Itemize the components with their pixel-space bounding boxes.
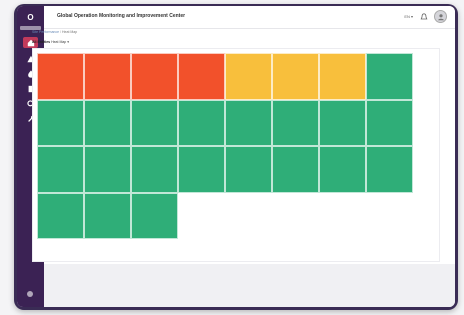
heatmap-cell[interactable] <box>131 146 178 193</box>
heatmap-cell[interactable] <box>37 53 84 100</box>
top-bar: Global Operation Monitoring and Improvem… <box>44 6 455 29</box>
heatmap-cell[interactable] <box>225 146 272 193</box>
heatmap-cell[interactable] <box>131 192 178 239</box>
heatmap-cell[interactable] <box>131 99 178 146</box>
heatmap-cell[interactable] <box>37 146 84 193</box>
heatmap-cell[interactable] <box>178 53 225 100</box>
breadcrumb-parent[interactable]: Site Performance <box>32 30 59 34</box>
heatmap-cell[interactable] <box>319 53 366 100</box>
app-window: O Global Operation Monitoring and Improv… <box>17 6 455 307</box>
filter-row: All Entities Heat Map ▾ <box>32 40 69 44</box>
heatmap-cell[interactable] <box>366 53 413 100</box>
breadcrumb-current: Heat Map <box>62 30 78 34</box>
heatmap-cell[interactable] <box>272 146 319 193</box>
heatmap-cell[interactable] <box>37 99 84 146</box>
heatmap-cell[interactable] <box>84 192 131 239</box>
language-selector[interactable]: EN ▾ <box>404 14 413 19</box>
bell-icon[interactable] <box>419 12 428 21</box>
heatmap-cell[interactable] <box>84 99 131 146</box>
heatmap-cell[interactable] <box>131 53 178 100</box>
heatmap-cell[interactable] <box>272 99 319 146</box>
user-icon <box>437 13 444 20</box>
heatmap-cell[interactable] <box>319 146 366 193</box>
breadcrumb: Site Performance/Heat Map <box>32 30 77 34</box>
heatmap-cell[interactable] <box>178 146 225 193</box>
user-avatar[interactable] <box>434 10 447 23</box>
breadcrumb-separator: / <box>60 30 62 34</box>
heatmap-cell[interactable] <box>84 146 131 193</box>
heatmap-panel <box>32 48 440 262</box>
heatmap-cell[interactable] <box>225 99 272 146</box>
view-selector[interactable]: Heat Map ▾ <box>51 40 69 44</box>
heatmap-cell[interactable] <box>37 192 84 239</box>
footer-area <box>44 264 455 307</box>
heatmap-cell[interactable] <box>366 99 413 146</box>
app-logo[interactable]: O <box>22 11 39 25</box>
heatmap-cell[interactable] <box>225 53 272 100</box>
heatmap-cell[interactable] <box>84 53 131 100</box>
heatmap-cell[interactable] <box>366 146 413 193</box>
heatmap-cell[interactable] <box>178 99 225 146</box>
filter-label: All Entities <box>32 40 51 44</box>
heatmap-grid <box>37 53 413 240</box>
heatmap-cell[interactable] <box>272 53 319 100</box>
page-title: Global Operation Monitoring and Improvem… <box>57 13 186 19</box>
topbar-actions: EN ▾ <box>404 10 447 23</box>
collapse-dot-icon[interactable] <box>27 291 33 297</box>
heatmap-cell[interactable] <box>319 99 366 146</box>
